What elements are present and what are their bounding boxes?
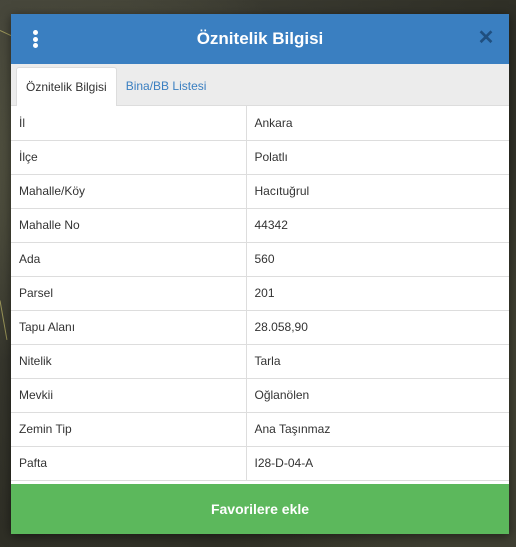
more-vertical-icon[interactable] xyxy=(31,30,39,48)
attribute-value: 44342 xyxy=(246,208,509,243)
attribute-value: 28.058,90 xyxy=(246,310,509,345)
table-row: Parsel 201 xyxy=(11,276,509,311)
attribute-key: Mahalle/Köy xyxy=(11,174,247,209)
attribute-key: Parsel xyxy=(11,276,247,311)
attribute-value: Oğlanölen xyxy=(246,378,509,413)
attribute-key: Pafta xyxy=(11,446,247,481)
attribute-key: İlçe xyxy=(11,140,247,175)
add-to-favorites-button[interactable]: Favorilere ekle xyxy=(11,484,509,534)
table-row: Tapu Alanı 28.058,90 xyxy=(11,310,509,345)
attribute-info-dialog: Öznitelik Bilgisi ✕ Öznitelik Bilgisi Bi… xyxy=(11,14,509,534)
attribute-value: Hacıtuğrul xyxy=(246,174,509,209)
tab-building-list[interactable]: Bina/BB Listesi xyxy=(117,67,216,105)
table-row: Pafta I28-D-04-A xyxy=(11,446,509,481)
table-row: Ada 560 xyxy=(11,242,509,277)
parcel-boundary-line xyxy=(0,300,8,340)
attribute-table: İl Ankara İlçe Polatlı Mahalle/Köy Hacıtuğrul… xyxy=(11,106,509,481)
tab-attribute-info[interactable]: Öznitelik Bilgisi xyxy=(16,67,117,106)
table-row: İl Ankara xyxy=(11,106,509,141)
table-row: Mevkii Oğlanölen xyxy=(11,378,509,413)
dialog-header: Öznitelik Bilgisi ✕ xyxy=(11,14,509,64)
table-row: İlçe Polatlı xyxy=(11,140,509,175)
attribute-value: Ana Taşınmaz xyxy=(246,412,509,447)
attribute-key: Mahalle No xyxy=(11,208,247,243)
attribute-key: Nitelik xyxy=(11,344,247,379)
dialog-title: Öznitelik Bilgisi xyxy=(196,29,324,48)
tab-bar: Öznitelik Bilgisi Bina/BB Listesi xyxy=(11,64,509,106)
attribute-key: Tapu Alanı xyxy=(11,310,247,345)
attribute-key: Zemin Tip xyxy=(11,412,247,447)
attribute-value: Tarla xyxy=(246,344,509,379)
attribute-value: I28-D-04-A xyxy=(246,446,509,481)
attribute-value: 560 xyxy=(246,242,509,277)
attribute-table-container: İl Ankara İlçe Polatlı Mahalle/Köy Hacıtuğrul… xyxy=(11,106,509,484)
attribute-value: 201 xyxy=(246,276,509,311)
attribute-key: Ada xyxy=(11,242,247,277)
close-icon[interactable]: ✕ xyxy=(475,27,497,49)
attribute-value: Polatlı xyxy=(246,140,509,175)
attribute-value: Ankara xyxy=(246,106,509,141)
table-row: Mahalle No 44342 xyxy=(11,208,509,243)
table-row: Nitelik Tarla xyxy=(11,344,509,379)
table-row: Mahalle/Köy Hacıtuğrul xyxy=(11,174,509,209)
table-row: Zemin Tip Ana Taşınmaz xyxy=(11,412,509,447)
attribute-key: İl xyxy=(11,106,247,141)
attribute-key: Mevkii xyxy=(11,378,247,413)
